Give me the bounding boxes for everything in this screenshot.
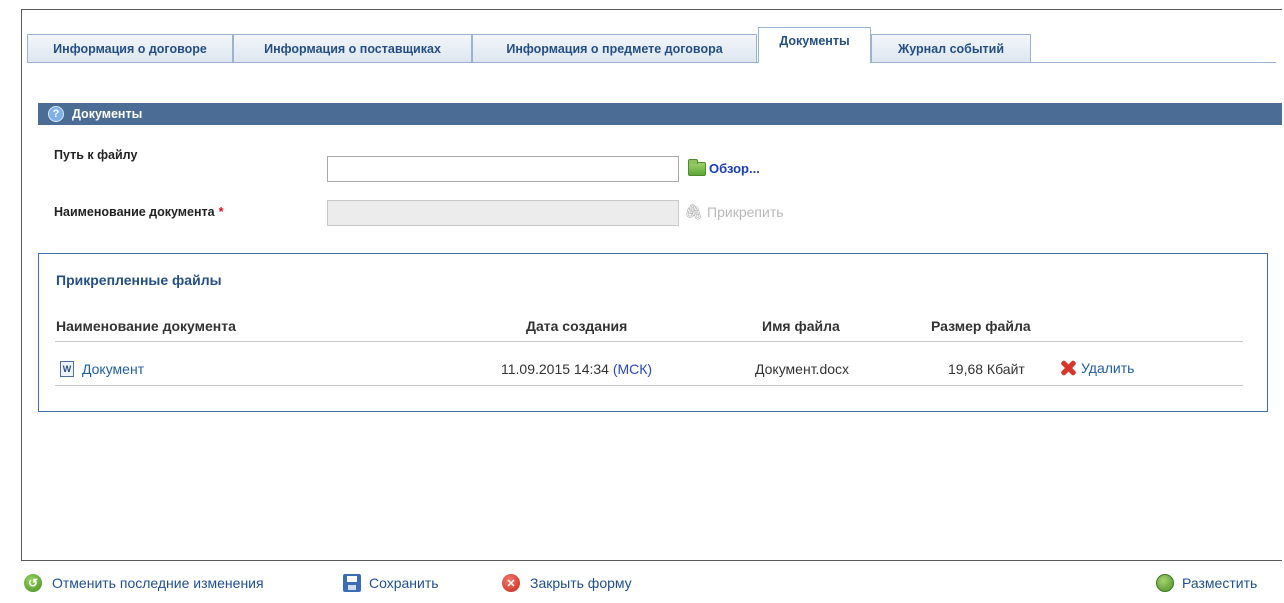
document-name: Документ: [82, 361, 145, 377]
close-form-button[interactable]: ✕ Закрыть форму: [502, 574, 632, 592]
tab-suppliers-info[interactable]: Информация о поставщиках: [233, 34, 472, 62]
tab-event-log[interactable]: Журнал событий: [871, 34, 1031, 62]
row-divider: [55, 385, 1243, 386]
attached-files-panel: Прикрепленные файлы Наименование докумен…: [38, 253, 1268, 412]
attach-button[interactable]: 🖇 Прикрепить: [684, 203, 784, 221]
column-header-size: Размер файла: [931, 318, 1031, 334]
tab-subject-info[interactable]: Информация о предмете договора: [472, 34, 757, 62]
column-header-filename: Имя файла: [762, 318, 840, 334]
column-header-date: Дата создания: [526, 318, 628, 334]
delete-label: Удалить: [1081, 360, 1135, 376]
header-divider: [55, 341, 1243, 342]
tab-contract-info[interactable]: Информация о договоре: [27, 34, 233, 62]
publish-label: Разместить: [1182, 575, 1258, 591]
document-size: 19,68 Кбайт: [948, 361, 1025, 377]
document-name-input[interactable]: [327, 200, 679, 226]
undo-changes-button[interactable]: ↺ Отменить последние изменения: [24, 574, 264, 592]
save-label: Сохранить: [369, 575, 439, 591]
document-date: 11.09.2015 14:34: [501, 361, 609, 377]
document-link[interactable]: W Документ: [60, 361, 144, 377]
browse-button[interactable]: Обзор...: [688, 158, 760, 176]
delete-x-icon: [1059, 359, 1077, 377]
globe-icon: [1156, 574, 1174, 592]
attached-files-title: Прикрепленные файлы: [56, 272, 222, 288]
delete-button[interactable]: Удалить: [1059, 359, 1134, 377]
floppy-disk-icon: [343, 574, 361, 592]
help-icon[interactable]: ?: [48, 106, 64, 122]
file-path-label: Путь к файлу: [54, 148, 138, 162]
tab-baseline: [27, 62, 1276, 63]
required-mark: *: [218, 205, 224, 219]
attach-label: Прикрепить: [707, 204, 784, 220]
paperclip-icon: 🖇: [684, 204, 704, 221]
file-path-input[interactable]: [327, 156, 679, 182]
column-header-name: Наименование документа: [56, 318, 236, 334]
close-label: Закрыть форму: [530, 575, 632, 591]
close-circle-icon: ✕: [502, 574, 520, 592]
document-filename: Документ.docx: [755, 361, 850, 377]
document-name-label: Наименование документа *: [54, 205, 224, 219]
delete-cell: Удалить: [1059, 359, 1134, 377]
timezone-label: (МСК): [612, 361, 653, 377]
section-title: Документы: [72, 107, 143, 121]
folder-icon: [688, 158, 706, 176]
document-name-label-text: Наименование документа: [54, 205, 215, 219]
undo-label: Отменить последние изменения: [52, 575, 264, 591]
tab-bar: Информация о договоре Информация о поста…: [27, 27, 1276, 63]
table-row: W Документ: [60, 361, 144, 377]
publish-button[interactable]: Разместить: [1156, 574, 1257, 592]
documents-section-header: ? Документы: [38, 103, 1282, 125]
word-document-icon: W: [60, 361, 74, 377]
browse-label: Обзор...: [709, 161, 760, 176]
undo-icon: ↺: [24, 574, 42, 592]
document-date-cell: 11.09.2015 14:34 (МСК): [501, 361, 652, 377]
tab-documents[interactable]: Документы: [758, 27, 871, 63]
save-button[interactable]: Сохранить: [343, 574, 439, 592]
